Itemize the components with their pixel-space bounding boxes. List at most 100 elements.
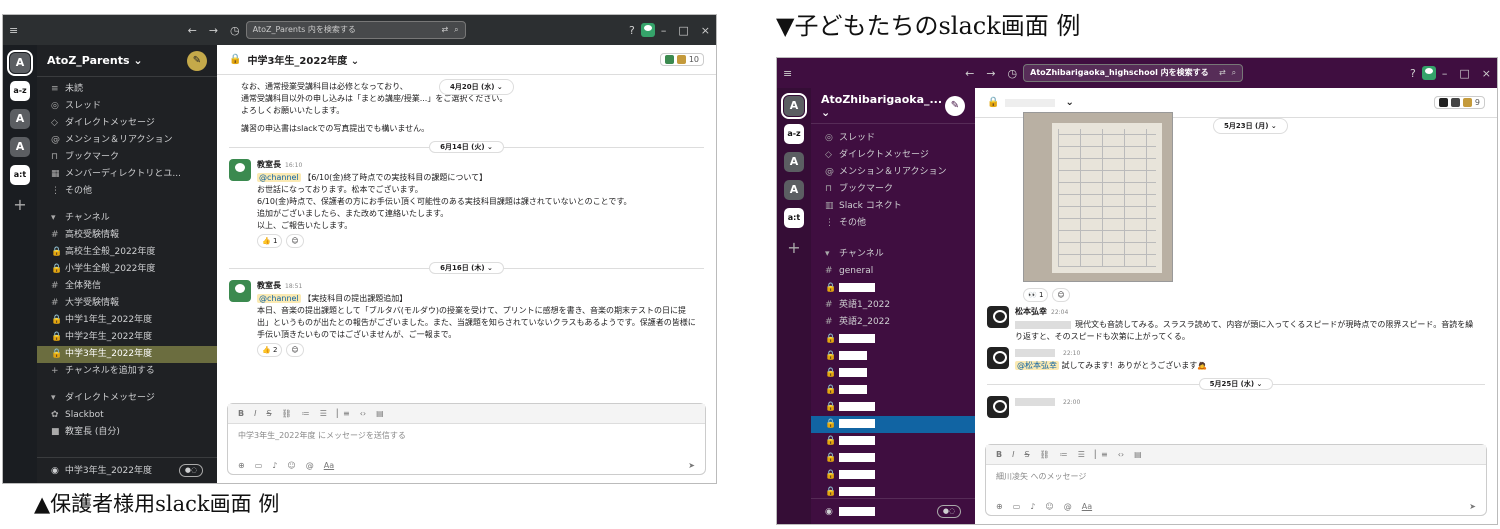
- minimize-icon[interactable]: –: [1436, 67, 1454, 80]
- link-icon[interactable]: ⛓: [282, 409, 292, 418]
- attach-icon[interactable]: ⊕: [238, 461, 245, 470]
- workspace-at[interactable]: a:t: [784, 208, 804, 228]
- mention-icon[interactable]: @: [306, 461, 314, 470]
- date-pill[interactable]: 5月25日 (水) ⌄: [1198, 378, 1274, 390]
- add-workspace-icon[interactable]: +: [777, 238, 811, 257]
- bullet-list-icon[interactable]: ☰: [320, 409, 327, 418]
- back-arrow-icon[interactable]: ←: [182, 24, 203, 37]
- sidebar-item-dms[interactable]: ◇ ダイレクトメッセージ: [811, 147, 975, 164]
- compose-icon[interactable]: ✎: [945, 95, 965, 116]
- close-icon[interactable]: ×: [695, 24, 716, 37]
- channel-item[interactable]: # 英語2_2022: [811, 314, 975, 331]
- video-icon[interactable]: ▭: [1013, 502, 1021, 511]
- mention[interactable]: @松本弘幸: [1015, 361, 1059, 370]
- emoji-icon[interactable]: ☺: [287, 461, 295, 470]
- add-reaction-icon[interactable]: ☺: [1052, 288, 1070, 302]
- channels-header[interactable]: ▾ チャンネル: [37, 210, 217, 227]
- channels-header[interactable]: ▾ チャンネル: [811, 246, 975, 263]
- channel-item[interactable]: 🔒: [811, 280, 975, 297]
- sidebar-item-mentions[interactable]: @ メンション＆リアクション: [811, 164, 975, 181]
- channel-item[interactable]: 🔒 中学2年生_2022年度: [37, 329, 217, 346]
- avatar[interactable]: [229, 159, 251, 181]
- avatar[interactable]: [987, 396, 1009, 418]
- workspace-name[interactable]: AtoZ_Parents ⌄: [47, 54, 187, 67]
- quote-icon[interactable]: ▏≡: [1095, 450, 1108, 459]
- channel-item[interactable]: 🔒 中学1年生_2022年度: [37, 312, 217, 329]
- filter-icon[interactable]: ⇄: [441, 22, 448, 38]
- sidebar-item-directory[interactable]: ▦ メンバーディレクトリとユ...: [37, 166, 217, 183]
- channel-item[interactable]: # 高校受験情報: [37, 227, 217, 244]
- avatar[interactable]: [987, 306, 1009, 328]
- message-time[interactable]: 22:04: [1051, 309, 1068, 316]
- mic-icon[interactable]: ♪: [1030, 502, 1035, 511]
- channel-item[interactable]: 🔒 小学生全般_2022年度: [37, 261, 217, 278]
- user-avatar[interactable]: [640, 23, 655, 37]
- channel-item-selected[interactable]: 🔒: [811, 416, 975, 433]
- huddle-footer[interactable]: ◉ ●◌: [811, 498, 975, 524]
- add-reaction-icon[interactable]: ☺: [286, 234, 304, 248]
- emoji-icon[interactable]: ☺: [1045, 502, 1053, 511]
- text-format-icon[interactable]: Aa: [324, 461, 334, 470]
- message-time[interactable]: 16:10: [285, 162, 302, 169]
- help-icon[interactable]: ?: [623, 24, 641, 37]
- bullet-list-icon[interactable]: ☰: [1078, 450, 1085, 459]
- filter-icon[interactable]: ⇄: [1219, 65, 1226, 81]
- search-icon[interactable]: ⌕: [454, 22, 458, 38]
- text-format-icon[interactable]: Aa: [1082, 502, 1092, 511]
- channel-item-selected[interactable]: 🔒 中学3年生_2022年度: [37, 346, 217, 363]
- add-workspace-icon[interactable]: +: [3, 195, 37, 214]
- message-author[interactable]: 松本弘幸: [1015, 307, 1047, 316]
- sidebar-item-threads[interactable]: ◎ スレッド: [37, 98, 217, 115]
- mic-icon[interactable]: ♪: [272, 461, 277, 470]
- user-avatar[interactable]: [1421, 66, 1436, 80]
- channel-item[interactable]: # 全体発信: [37, 278, 217, 295]
- bold-icon[interactable]: B: [238, 409, 244, 418]
- add-channel-button[interactable]: + チャンネルを追加する: [37, 363, 217, 380]
- sidebar-item-connect[interactable]: ▥ Slack コネクト: [811, 198, 975, 215]
- channel-title[interactable]: 中学3年生_2022年度 ⌄: [247, 52, 359, 67]
- composer-placeholder[interactable]: 中学3年生_2022年度 にメッセージを送信する: [228, 424, 705, 447]
- sidebar-item-unread[interactable]: ≡ 未読: [37, 81, 217, 98]
- search-input[interactable]: AtoZ_Parents 内を検索する ⇄ ⌕: [245, 21, 466, 39]
- reaction-badge[interactable]: 👍 1: [257, 234, 283, 248]
- channel-item[interactable]: 🔒 高校生全般_2022年度: [37, 244, 217, 261]
- chevron-down-icon[interactable]: ⌄: [1065, 97, 1073, 108]
- dm-header[interactable]: ▾ ダイレクトメッセージ: [37, 390, 217, 407]
- workspace-a-3[interactable]: A: [10, 137, 30, 157]
- italic-icon[interactable]: I: [254, 409, 256, 418]
- workspace-a-2[interactable]: A: [10, 109, 30, 129]
- code-icon[interactable]: ‹›: [360, 409, 366, 418]
- sidebar-item-bookmarks[interactable]: ⊓ ブックマーク: [37, 149, 217, 166]
- workspace-a-1[interactable]: A: [781, 93, 807, 119]
- link-icon[interactable]: ⛓: [1040, 450, 1050, 459]
- bold-icon[interactable]: B: [996, 450, 1002, 459]
- search-input[interactable]: AtoZhibarigaoka_highschool 内を検索する ⇄ ⌕: [1023, 64, 1244, 82]
- sidebar-item-bookmarks[interactable]: ⊓ ブックマーク: [811, 181, 975, 198]
- quote-icon[interactable]: ▏≡: [337, 409, 350, 418]
- channel-item[interactable]: # 英語1_2022: [811, 297, 975, 314]
- channel-item[interactable]: 🔒: [811, 365, 975, 382]
- mention[interactable]: @channel: [257, 294, 301, 303]
- workspace-atoz[interactable]: a-z: [784, 124, 804, 144]
- channel-item[interactable]: 🔒: [811, 433, 975, 450]
- channel-item[interactable]: # general: [811, 263, 975, 280]
- sidebar-item-more[interactable]: ⋮ その他: [37, 183, 217, 200]
- history-icon[interactable]: ◷: [224, 24, 246, 37]
- workspace-a-3[interactable]: A: [784, 180, 804, 200]
- reaction-badge[interactable]: 👍 2: [257, 343, 283, 357]
- reaction-badge[interactable]: 👀 1: [1023, 288, 1049, 302]
- compose-icon[interactable]: ✎: [187, 50, 207, 71]
- date-pill[interactable]: 6月16日 (木) ⌄: [429, 262, 504, 274]
- message-author[interactable]: 教室長: [257, 160, 281, 169]
- channel-item[interactable]: 🔒: [811, 382, 975, 399]
- maximize-icon[interactable]: □: [1453, 67, 1475, 80]
- channel-item[interactable]: 🔒: [811, 450, 975, 467]
- send-icon[interactable]: ➤: [1469, 502, 1476, 511]
- menu-icon[interactable]: ≡: [777, 67, 798, 80]
- channel-item[interactable]: # 大学受験情報: [37, 295, 217, 312]
- sidebar-item-more[interactable]: ⋮ その他: [811, 215, 975, 232]
- workspace-at[interactable]: a:t: [10, 165, 30, 185]
- strike-icon[interactable]: S: [1024, 450, 1029, 459]
- sidebar-item-threads[interactable]: ◎ スレッド: [811, 130, 975, 147]
- composer-placeholder[interactable]: 細川凌矢 へのメッセージ: [986, 465, 1486, 488]
